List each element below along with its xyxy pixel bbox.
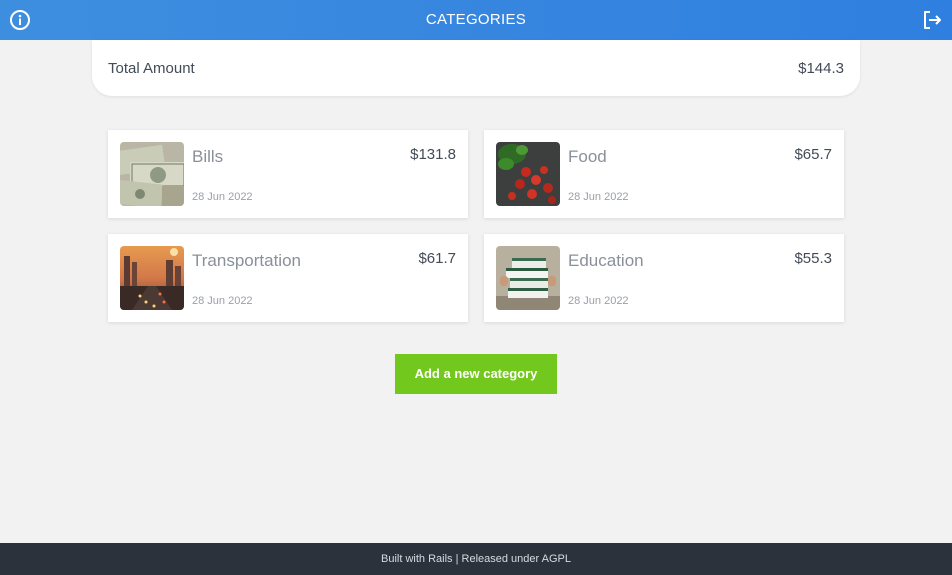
category-date: 28 Jun 2022 — [192, 191, 253, 203]
dollar-bills-image — [120, 142, 184, 206]
add-category-button[interactable]: Add a new category — [395, 354, 557, 394]
highway-traffic-image — [120, 246, 184, 310]
stack-of-books-image — [496, 246, 560, 310]
logout-icon[interactable] — [920, 8, 944, 32]
category-card-education[interactable]: Education 28 Jun 2022 $55.3 — [484, 234, 844, 322]
category-amount: $55.3 — [794, 250, 832, 267]
page-title: CATEGORIES — [425, 11, 527, 28]
category-date: 28 Jun 2022 — [568, 295, 629, 307]
total-amount-label: Total Amount — [108, 60, 195, 77]
category-name: Bills — [192, 147, 224, 166]
footer: Built with Rails | Released under AGPL — [0, 543, 952, 575]
top-navbar: CATEGORIES — [0, 0, 952, 40]
footer-text: Built with Rails | Released under AGPL — [381, 553, 571, 565]
total-amount-value: $144.3 — [798, 60, 844, 77]
category-amount: $131.8 — [410, 146, 456, 163]
category-date: 28 Jun 2022 — [192, 295, 253, 307]
category-name: Transportation — [192, 251, 301, 270]
category-date: 28 Jun 2022 — [568, 191, 629, 203]
vegetables-image — [496, 142, 560, 206]
category-amount: $61.7 — [418, 250, 456, 267]
category-name: Food — [568, 147, 607, 166]
total-amount-card: Total Amount $144.3 — [92, 40, 860, 96]
category-amount: $65.7 — [794, 146, 832, 163]
category-name: Education — [568, 251, 644, 270]
category-card-food[interactable]: Food 28 Jun 2022 $65.7 — [484, 130, 844, 218]
category-card-bills[interactable]: Bills 28 Jun 2022 $131.8 — [108, 130, 468, 218]
category-card-transportation[interactable]: Transportation 28 Jun 2022 $61.7 — [108, 234, 468, 322]
